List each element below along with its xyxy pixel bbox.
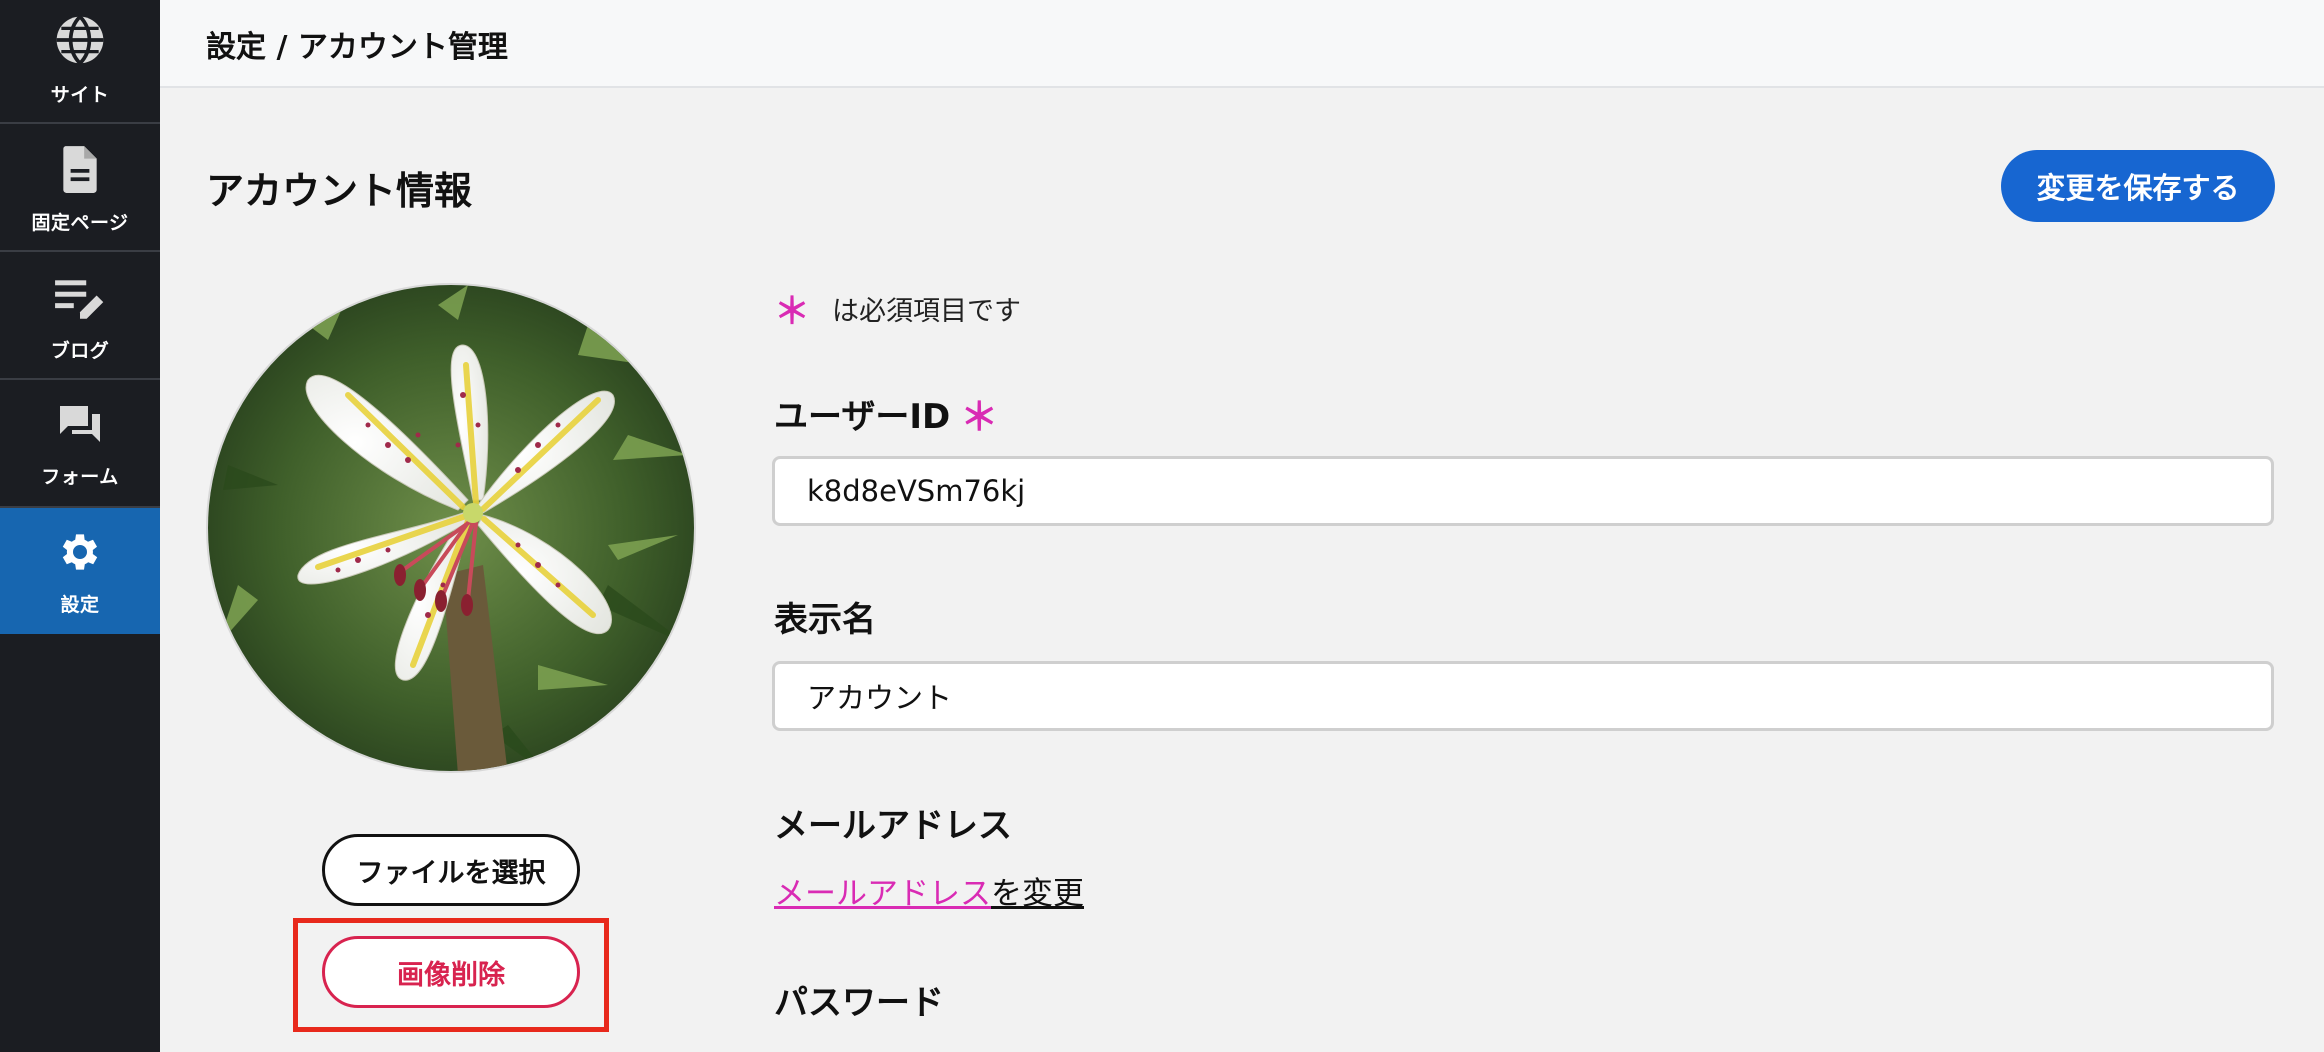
sidebar-item-label: 設定	[60, 594, 100, 616]
app-root: サイト 固定ページ ブログ フォーム 設定 設定 / アカウント管理 アカウント…	[0, 0, 2324, 1052]
sidebar: サイト 固定ページ ブログ フォーム 設定	[0, 0, 160, 1052]
required-note: ＊ は必須項目です	[774, 282, 1021, 334]
sidebar-item-blog[interactable]: ブログ	[0, 252, 160, 380]
save-button[interactable]: 変更を保存する	[2001, 150, 2275, 222]
sidebar-item-site[interactable]: サイト	[0, 0, 160, 124]
email-change-link[interactable]: メールアドレス	[774, 876, 991, 912]
email-change-row: メールアドレスを変更	[774, 868, 1084, 913]
sidebar-item-label: 固定ページ	[31, 212, 129, 234]
edit-list-icon	[55, 280, 104, 319]
user-id-field[interactable]	[772, 456, 2274, 526]
globe-icon	[56, 14, 104, 66]
sidebar-item-pages[interactable]: 固定ページ	[0, 124, 160, 252]
user-id-label-text: ユーザーID	[774, 397, 951, 437]
chat-icon	[60, 406, 100, 442]
email-change-suffix: を変更	[991, 876, 1084, 912]
sidebar-item-form[interactable]: フォーム	[0, 380, 160, 508]
page-title: アカウント情報	[206, 169, 473, 213]
sidebar-item-label: フォーム	[41, 466, 119, 488]
top-bar: 設定 / アカウント管理	[160, 0, 2324, 88]
sidebar-item-label: サイト	[50, 84, 110, 106]
required-note-text: は必須項目です	[832, 295, 1022, 327]
sidebar-item-settings[interactable]: 設定	[0, 508, 160, 634]
email-label: メールアドレス	[774, 806, 1012, 846]
document-icon	[63, 146, 97, 193]
password-label: パスワード	[774, 983, 944, 1023]
gear-icon	[62, 534, 98, 570]
display-name-field[interactable]	[772, 661, 2274, 731]
required-mark: ＊	[960, 395, 999, 439]
lily-photo	[208, 285, 694, 771]
sidebar-item-label: ブログ	[50, 340, 110, 362]
display-name-label: 表示名	[774, 600, 876, 640]
avatar-image	[206, 283, 696, 773]
choose-file-button[interactable]: ファイルを選択	[322, 834, 580, 906]
delete-image-button[interactable]: 画像削除	[322, 936, 580, 1008]
required-mark: ＊	[774, 291, 811, 332]
breadcrumb: 設定 / アカウント管理	[206, 30, 508, 65]
user-id-label: ユーザーID ＊	[774, 386, 998, 441]
